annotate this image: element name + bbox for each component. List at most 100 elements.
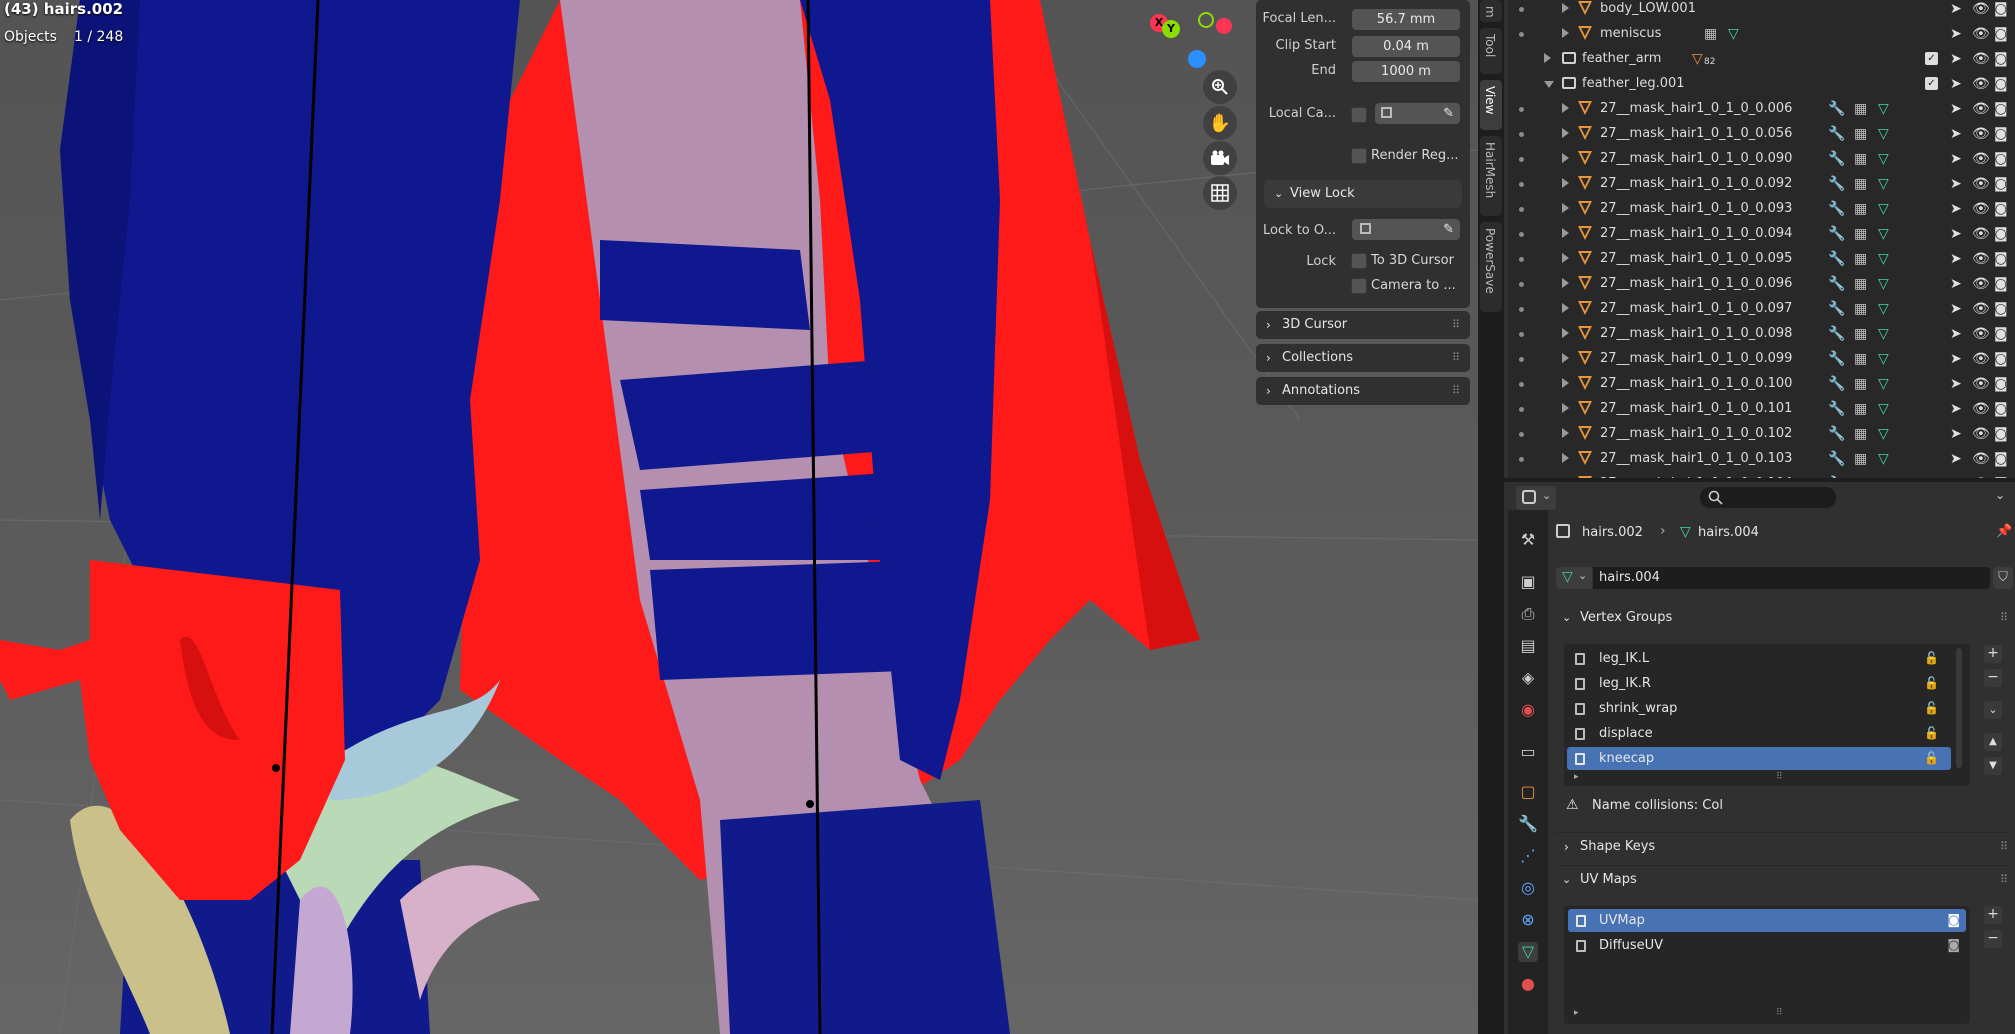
- visibility-dot-icon[interactable]: [1519, 232, 1524, 237]
- unlock-icon[interactable]: 🔓: [1924, 697, 1939, 720]
- render-camera-icon[interactable]: ◙: [1947, 934, 1960, 957]
- render-camera-icon[interactable]: ◙: [1994, 251, 2008, 267]
- output-tab-icon[interactable]: ⎙: [1518, 604, 1538, 624]
- to-3d-cursor-checkbox[interactable]: [1351, 253, 1367, 269]
- grid-toggle-icon[interactable]: [1203, 176, 1237, 210]
- render-camera-icon[interactable]: ◙: [1994, 176, 2008, 192]
- disclosure-collapsed-icon[interactable]: [1544, 53, 1551, 63]
- fake-user-shield-icon[interactable]: ⛉: [1993, 567, 2013, 589]
- modifier-wrench-icon[interactable]: 🔧: [1828, 451, 1845, 467]
- mesh-data-icon[interactable]: ▽: [1878, 251, 1889, 267]
- select-arrow-icon[interactable]: ➤: [1950, 251, 1962, 267]
- eye-icon[interactable]: 👁: [1972, 201, 1990, 217]
- render-camera-icon[interactable]: ◙: [1994, 201, 2008, 217]
- list-resize-handle-icon[interactable]: ⠿: [1776, 772, 1783, 782]
- vertex-group-specials-button[interactable]: ⌄: [1984, 701, 2002, 719]
- modifier-wrench-icon[interactable]: 🔧: [1828, 326, 1845, 342]
- vertex-groups-icon[interactable]: ▦: [1854, 151, 1867, 167]
- mesh-name-field[interactable]: hairs.004: [1593, 567, 1990, 589]
- exclude-checkbox[interactable]: ✓: [1925, 52, 1938, 65]
- outliner-object-row[interactable]: body_LOW.001 ➤ 👁 ◙: [1508, 0, 2015, 22]
- select-arrow-icon[interactable]: ➤: [1950, 326, 1962, 342]
- render-camera-icon[interactable]: ◙: [1994, 426, 2008, 442]
- select-arrow-icon[interactable]: ➤: [1950, 51, 1962, 67]
- vertex-group-item[interactable]: leg_IK.R 🔓: [1567, 672, 1951, 695]
- disclosure-collapsed-icon[interactable]: [1562, 253, 1569, 263]
- outliner-collection-row[interactable]: feather_leg.001 ✓ ➤ 👁 ◙: [1508, 72, 2015, 97]
- render-camera-icon[interactable]: ◙: [1994, 51, 2008, 67]
- tab-powersave[interactable]: PowerSave: [1480, 222, 1502, 312]
- uv-map-list[interactable]: UVMap ◙ DiffuseUV ◙ ▸ ⠿: [1564, 906, 1970, 1024]
- visibility-dot-icon[interactable]: [1519, 107, 1524, 112]
- vertex-groups-icon[interactable]: ▦: [1854, 176, 1867, 192]
- mesh-data-icon[interactable]: ▽: [1878, 326, 1889, 342]
- vertex-group-item-selected[interactable]: kneecap 🔓: [1567, 747, 1951, 770]
- mesh-data-icon[interactable]: ▽: [1878, 351, 1889, 367]
- mesh-data-icon[interactable]: ▽: [1878, 401, 1889, 417]
- disclosure-collapsed-icon[interactable]: [1562, 153, 1569, 163]
- drag-handle-icon[interactable]: ⠿: [1452, 377, 1460, 405]
- tool-tab-icon[interactable]: ⚒: [1518, 530, 1538, 550]
- visibility-dot-icon[interactable]: [1519, 207, 1524, 212]
- vertex-groups-icon[interactable]: ▦: [1854, 251, 1867, 267]
- eye-icon[interactable]: 👁: [1972, 26, 1990, 42]
- scrollbar[interactable]: [1956, 648, 1962, 768]
- render-camera-icon[interactable]: ◙: [1994, 226, 2008, 242]
- gizmo-neg-y[interactable]: [1198, 12, 1214, 28]
- outliner-object-row[interactable]: 27__mask_hair1_0_1_0_0.094 🔧 ▦ ▽ ➤ 👁 ◙: [1508, 222, 2015, 247]
- select-arrow-icon[interactable]: ➤: [1950, 226, 1962, 242]
- visibility-dot-icon[interactable]: [1519, 357, 1524, 362]
- vertex-groups-icon[interactable]: ▦: [1854, 126, 1867, 142]
- eye-icon[interactable]: 👁: [1972, 301, 1990, 317]
- disclosure-collapsed-icon[interactable]: [1562, 353, 1569, 363]
- visibility-dot-icon[interactable]: [1519, 282, 1524, 287]
- outliner-object-row[interactable]: 27__mask_hair1_0_1_0_0.095 🔧 ▦ ▽ ➤ 👁 ◙: [1508, 247, 2015, 272]
- camera-view-icon[interactable]: [1203, 141, 1237, 175]
- collections-panel-header[interactable]: › Collections ⠿: [1256, 344, 1470, 372]
- render-camera-icon[interactable]: ◙: [1994, 351, 2008, 367]
- tab-hairmesh[interactable]: HairMesh: [1480, 136, 1502, 216]
- 3d-cursor-panel-header[interactable]: › 3D Cursor ⠿: [1256, 311, 1470, 339]
- eye-icon[interactable]: 👁: [1972, 426, 1990, 442]
- mesh-data-icon[interactable]: ▽: [1878, 176, 1889, 192]
- render-camera-icon[interactable]: ◙: [1994, 301, 2008, 317]
- options-dropdown-icon[interactable]: ⌄: [1995, 488, 2005, 502]
- outliner-object-row[interactable]: 27__mask_hair1_0_1_0_0.101 🔧 ▦ ▽ ➤ 👁 ◙: [1508, 397, 2015, 422]
- visibility-dot-icon[interactable]: [1519, 407, 1524, 412]
- drag-handle-icon[interactable]: ⠿: [2000, 866, 2008, 894]
- eye-icon[interactable]: 👁: [1972, 76, 1990, 92]
- render-camera-icon[interactable]: ◙: [1994, 151, 2008, 167]
- mesh-data-icon[interactable]: ▽: [1878, 151, 1889, 167]
- disclosure-collapsed-icon[interactable]: [1562, 203, 1569, 213]
- outliner-object-row[interactable]: 27__mask_hair1_0_1_0_0.056 🔧 ▦ ▽ ➤ 👁 ◙: [1508, 122, 2015, 147]
- disclosure-collapsed-icon[interactable]: [1562, 328, 1569, 338]
- render-region-checkbox[interactable]: [1351, 148, 1367, 164]
- select-arrow-icon[interactable]: ➤: [1950, 201, 1962, 217]
- view-layer-tab-icon[interactable]: ▤: [1518, 636, 1538, 656]
- disclosure-collapsed-icon[interactable]: [1562, 453, 1569, 463]
- outliner-object-row[interactable]: 27__mask_hair1_0_1_0_0.102 🔧 ▦ ▽ ➤ 👁 ◙: [1508, 422, 2015, 447]
- select-arrow-icon[interactable]: ➤: [1950, 276, 1962, 292]
- object-tab-icon[interactable]: ▢: [1518, 782, 1538, 802]
- disclosure-collapsed-icon[interactable]: [1562, 378, 1569, 388]
- navigation-gizmo[interactable]: X Y: [1146, 6, 1236, 76]
- tab-tool[interactable]: Tool: [1480, 28, 1502, 74]
- outliner-object-row[interactable]: 27__mask_hair1_0_1_0_0.103 🔧 ▦ ▽ ➤ 👁 ◙: [1508, 447, 2015, 472]
- outliner-object-row[interactable]: 27__mask_hair1_0_1_0_0.096 🔧 ▦ ▽ ➤ 👁 ◙: [1508, 272, 2015, 297]
- render-camera-icon[interactable]: ◙: [1994, 76, 2008, 92]
- modifier-wrench-icon[interactable]: 🔧: [1828, 426, 1845, 442]
- render-camera-icon[interactable]: ◙: [1994, 401, 2008, 417]
- gizmo-neg-x[interactable]: [1216, 18, 1232, 34]
- zoom-icon[interactable]: [1203, 70, 1237, 104]
- eye-icon[interactable]: 👁: [1972, 251, 1990, 267]
- shape-keys-header[interactable]: › Shape Keys ⠿: [1556, 832, 2008, 861]
- eyedropper-icon[interactable]: ✎: [1443, 219, 1454, 240]
- outliner-object-row[interactable]: 27__mask_hair1_0_1_0_0.099 🔧 ▦ ▽ ➤ 👁 ◙: [1508, 347, 2015, 372]
- visibility-dot-icon[interactable]: [1519, 457, 1524, 462]
- vertex-groups-icon[interactable]: ▦: [1854, 351, 1867, 367]
- remove-vertex-group-button[interactable]: −: [1984, 669, 2002, 687]
- outliner-collection-row[interactable]: feather_arm ▽ 82 ✓ ➤ 👁 ◙: [1508, 47, 2015, 72]
- render-camera-icon[interactable]: ◙: [1994, 376, 2008, 392]
- render-camera-icon[interactable]: ◙: [1994, 126, 2008, 142]
- select-arrow-icon[interactable]: ➤: [1950, 101, 1962, 117]
